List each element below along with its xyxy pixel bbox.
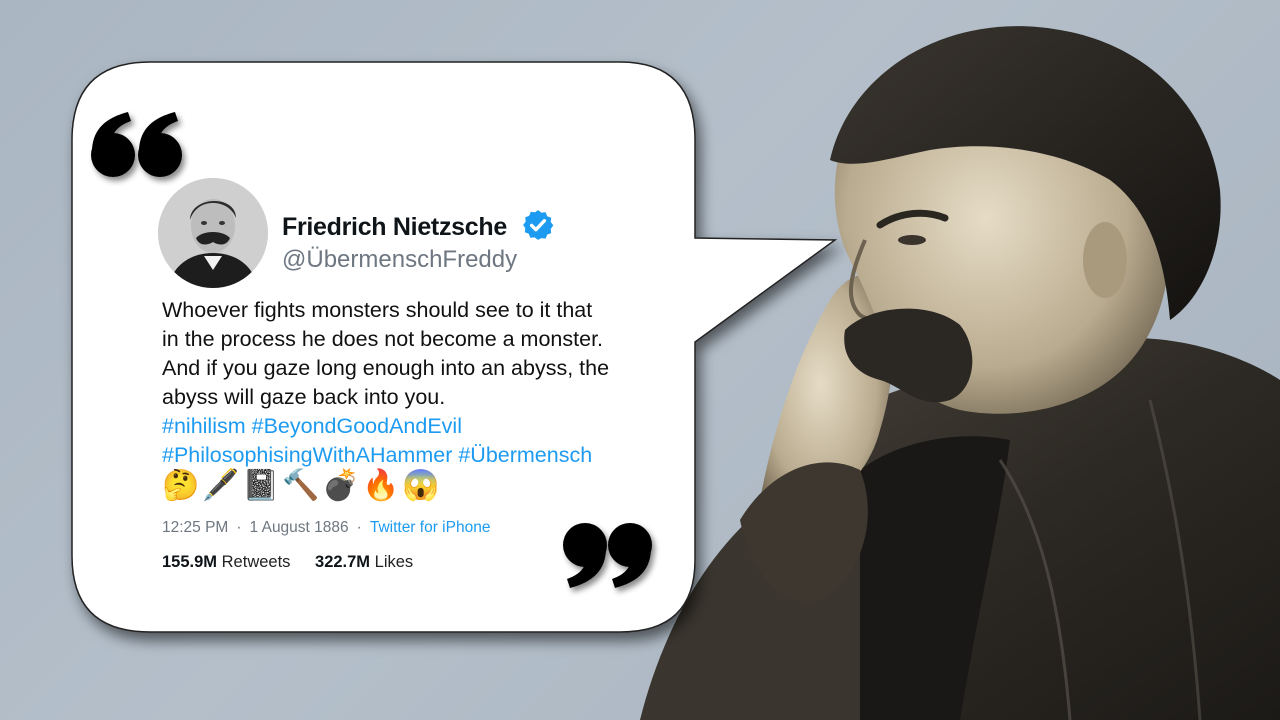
separator-dot: · <box>356 519 362 536</box>
tweet-meta: 12:25 PM · 1 August 1886 · Twitter for iPhon… <box>162 519 490 537</box>
tweet-body: Whoever fights monsters should see to it… <box>162 296 662 470</box>
display-name[interactable]: Friedrich Nietzsche <box>282 213 507 242</box>
retweets-label[interactable]: Retweets <box>222 553 291 571</box>
fire-emoji: 🔥 <box>362 469 406 502</box>
retweets-count[interactable]: 155.9M <box>162 553 217 571</box>
tweet-date[interactable]: 1 August 1886 <box>250 519 349 536</box>
emoji-row: 🤔🖋️📓🔨💣🔥😱 <box>162 468 442 503</box>
verified-badge-icon <box>523 210 554 240</box>
bomb-emoji: 💣 <box>322 469 366 502</box>
hashtag-line[interactable]: #PhilosophisingWithAHammer #Übermensch <box>162 441 662 470</box>
notebook-emoji: 📓 <box>242 469 286 502</box>
separator-dot: · <box>236 519 242 536</box>
user-info: Friedrich Nietzsche @ÜbermenschFreddy <box>282 210 555 274</box>
user-handle[interactable]: @ÜbermenschFreddy <box>282 246 555 274</box>
likes-label[interactable]: Likes <box>375 553 414 571</box>
hammer-emoji: 🔨 <box>282 469 326 502</box>
tweet-text-line: Whoever fights monsters should see to it… <box>162 298 593 322</box>
thinking-face-emoji: 🤔 <box>162 469 206 502</box>
likes-count[interactable]: 322.7M <box>315 553 370 571</box>
avatar[interactable] <box>158 178 268 288</box>
tweet-text-line: And if you gaze long enough into an abys… <box>162 356 610 380</box>
tweet-source-link[interactable]: Twitter for iPhone <box>370 519 491 536</box>
tweet-text-line: abyss will gaze back into you. <box>162 385 446 409</box>
screaming-face-emoji: 😱 <box>402 469 446 502</box>
fountain-pen-emoji: 🖋️ <box>202 469 246 502</box>
hashtag-line[interactable]: #nihilism #BeyondGoodAndEvil <box>162 412 662 441</box>
tweet-time[interactable]: 12:25 PM <box>162 519 228 536</box>
tweet-text-line: in the process he does not become a mons… <box>162 327 604 351</box>
tweet-stats: 155.9M Retweets 322.7M Likes <box>162 553 413 572</box>
